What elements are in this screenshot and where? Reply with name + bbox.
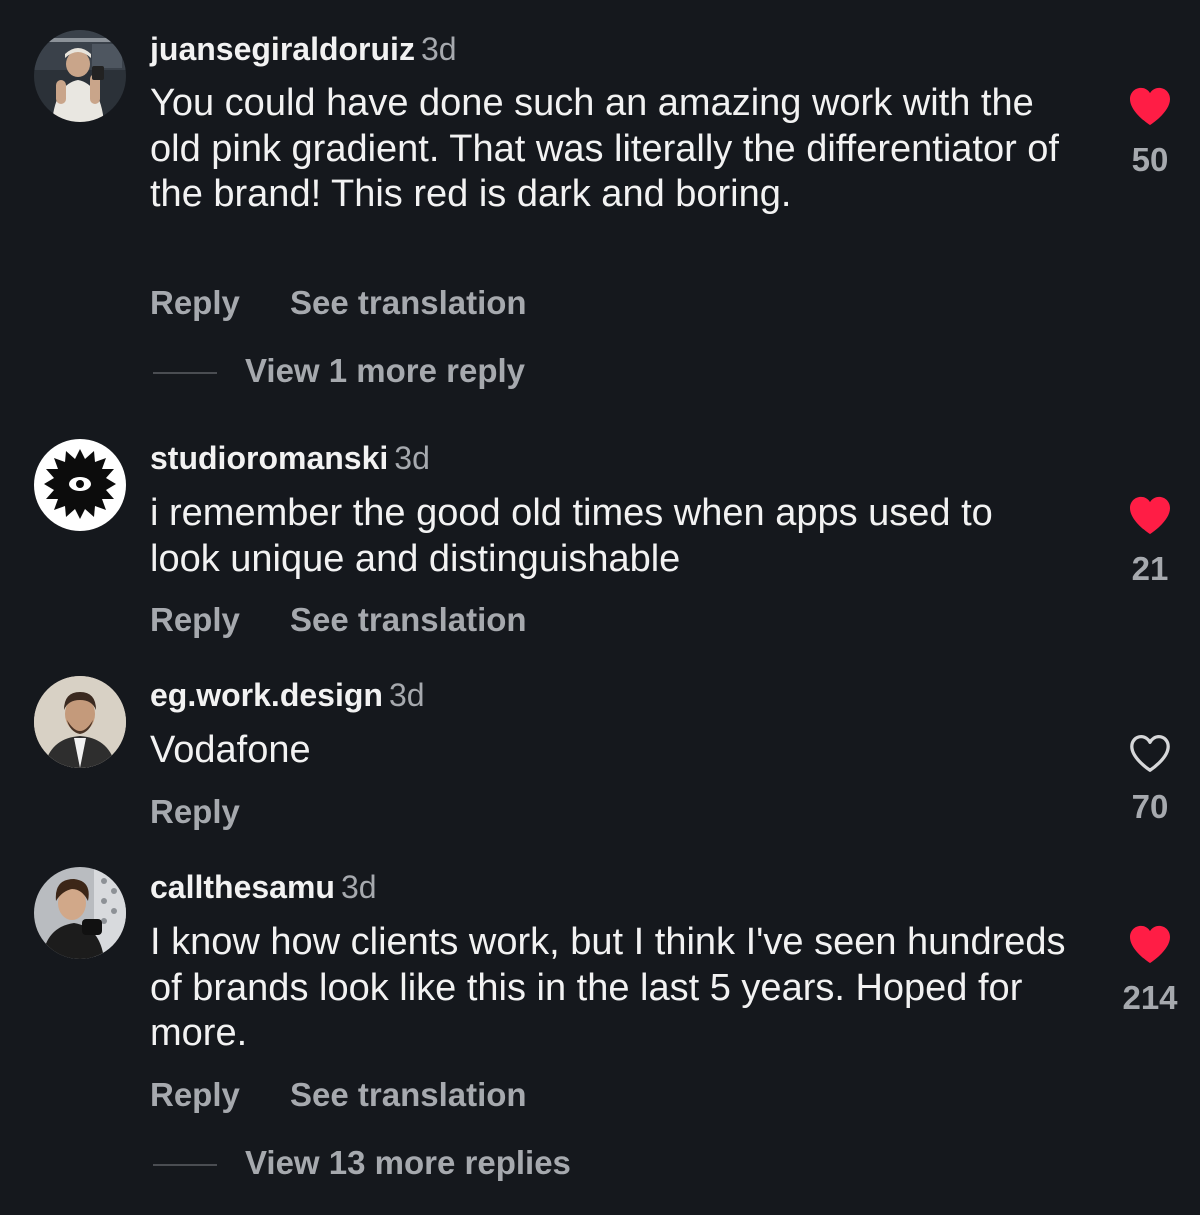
comment-actions: Reply See translation <box>150 600 527 640</box>
reply-button[interactable]: Reply <box>150 1075 290 1115</box>
comment-text: i remember the good old times when apps … <box>150 492 993 580</box>
reply-button[interactable]: Reply <box>150 600 290 640</box>
like-button[interactable]: 70 <box>1110 733 1190 827</box>
comment-header: studioromanski 3d <box>150 438 430 478</box>
see-translation-button[interactable]: See translation <box>290 1076 527 1113</box>
username[interactable]: callthesamu <box>150 869 335 905</box>
heart-outline-icon <box>1130 735 1170 772</box>
timestamp: 3d <box>388 677 425 713</box>
username[interactable]: eg.work.design <box>150 677 383 713</box>
replies-divider <box>153 372 217 375</box>
view-replies-button[interactable]: View 1 more reply <box>153 351 525 391</box>
comment-text: You could have done such an amazing work… <box>150 82 1059 215</box>
like-button[interactable]: 21 <box>1110 495 1190 589</box>
avatar[interactable] <box>34 867 126 959</box>
view-replies-button[interactable]: View 13 more replies <box>153 1143 571 1183</box>
comment-actions: Reply See translation <box>150 1075 527 1115</box>
comment-text: Vodafone <box>150 729 311 771</box>
like-count: 50 <box>1131 141 1169 178</box>
timestamp: 3d <box>394 440 430 476</box>
like-button[interactable]: 50 <box>1110 86 1190 180</box>
timestamp: 3d <box>340 869 377 905</box>
see-translation-button[interactable]: See translation <box>290 284 527 321</box>
reply-button[interactable]: Reply <box>150 792 290 832</box>
like-button[interactable]: 214 <box>1110 924 1190 1018</box>
replies-divider <box>153 1164 217 1167</box>
heart-filled-icon <box>1130 925 1170 964</box>
heart-filled-icon <box>1130 496 1170 535</box>
like-count: 214 <box>1122 979 1178 1016</box>
comment-header: callthesamu 3d <box>150 867 377 907</box>
comment-actions: Reply <box>150 792 290 832</box>
view-replies-label: View 13 more replies <box>245 1144 571 1181</box>
avatar[interactable] <box>34 439 126 531</box>
avatar[interactable] <box>34 30 126 122</box>
username[interactable]: juansegiraldoruiz <box>150 31 415 67</box>
comment-header: eg.work.design 3d <box>150 675 425 715</box>
reply-button[interactable]: Reply <box>150 283 290 323</box>
username[interactable]: studioromanski <box>150 440 388 476</box>
comment-text: I know how clients work, but I think I'v… <box>150 921 1066 1054</box>
see-translation-button[interactable]: See translation <box>290 601 527 638</box>
timestamp: 3d <box>420 31 457 67</box>
heart-filled-icon <box>1130 87 1170 126</box>
like-count: 21 <box>1131 550 1169 587</box>
view-replies-label: View 1 more reply <box>245 352 526 389</box>
like-count: 70 <box>1131 788 1169 825</box>
comment-actions: Reply See translation <box>150 283 527 323</box>
avatar[interactable] <box>34 676 126 768</box>
comment-header: juansegiraldoruiz 3d <box>150 29 457 69</box>
